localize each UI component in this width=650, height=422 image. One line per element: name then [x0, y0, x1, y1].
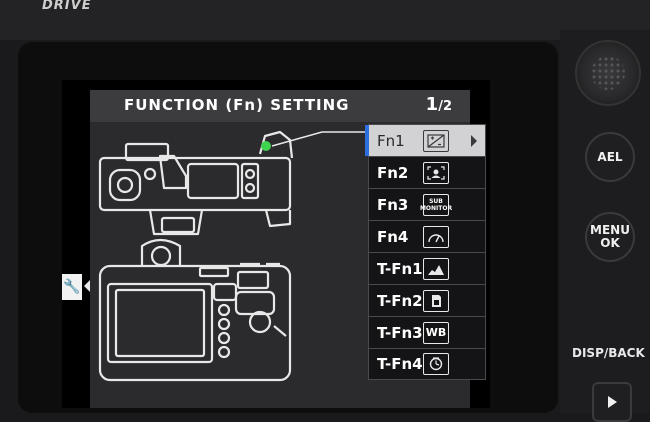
menu-item-label: Fn3 [377, 195, 409, 214]
menu-item-label: Fn2 [377, 163, 409, 182]
lcd-screen: FUNCTION (Fn) SETTING 1/2 🔧 Fn1 Fn2 Fn3 … [62, 80, 490, 408]
disp-back-label: DISP/BACK [572, 346, 645, 360]
chevron-right-icon [471, 135, 477, 147]
histogram-icon [423, 257, 449, 280]
menu-item-label: T-Fn2 [377, 291, 423, 310]
ael-button[interactable]: AEL [585, 132, 635, 182]
sub-monitor-icon: SUB MONITOR [420, 193, 452, 216]
setup-tab[interactable]: 🔧 [62, 274, 82, 300]
page-current: 1 [425, 94, 439, 115]
page-total: 2 [442, 99, 452, 114]
face-detect-icon [423, 161, 449, 184]
menu-item-fn3[interactable]: Fn3 SUB MONITOR [368, 188, 486, 220]
playback-button[interactable] [592, 382, 632, 422]
card-slot-icon [423, 289, 449, 312]
callout-line [271, 131, 365, 147]
rear-command-dial[interactable] [575, 40, 641, 106]
menu-item-label: Fn4 [377, 227, 409, 246]
menu-item-label: T-Fn1 [377, 259, 423, 278]
menu-item-label: Fn1 [377, 131, 405, 150]
page-title: FUNCTION (Fn) SETTING [124, 96, 350, 114]
menu-item-t-fn4[interactable]: T-Fn4 [368, 348, 486, 380]
self-timer-icon [423, 353, 449, 375]
menu-item-label: T-Fn3 [377, 323, 423, 342]
fn1-location-dot [261, 141, 271, 151]
menu-item-fn1[interactable]: Fn1 [365, 124, 486, 156]
camera-rear-view [98, 238, 292, 382]
menu-item-fn4[interactable]: Fn4 [368, 220, 486, 252]
camera-top-plate [0, 0, 650, 40]
title-bar: FUNCTION (Fn) SETTING 1/2 [90, 90, 470, 122]
menu-item-t-fn3[interactable]: T-Fn3 WB [368, 316, 486, 348]
gauge-icon [423, 225, 449, 248]
menu-item-t-fn2[interactable]: T-Fn2 [368, 284, 486, 316]
drive-label: DRIVE [42, 0, 92, 13]
camera-diagram [98, 130, 365, 382]
exposure-comp-icon [423, 129, 449, 152]
fn-menu-list: Fn1 Fn2 Fn3 SUB MONITOR Fn4 T-Fn1 T-Fn2 … [365, 124, 486, 380]
menu-item-label: T-Fn4 [377, 355, 423, 373]
menu-item-t-fn1[interactable]: T-Fn1 [368, 252, 486, 284]
white-balance-icon: WB [423, 321, 449, 344]
wrench-icon: 🔧 [63, 279, 81, 295]
page-indicator: 1/2 [425, 94, 452, 115]
play-icon [607, 396, 617, 408]
menu-item-fn2[interactable]: Fn2 [368, 156, 486, 188]
dial-texture [591, 56, 625, 90]
menu-ok-button[interactable]: MENU OK [585, 212, 635, 262]
